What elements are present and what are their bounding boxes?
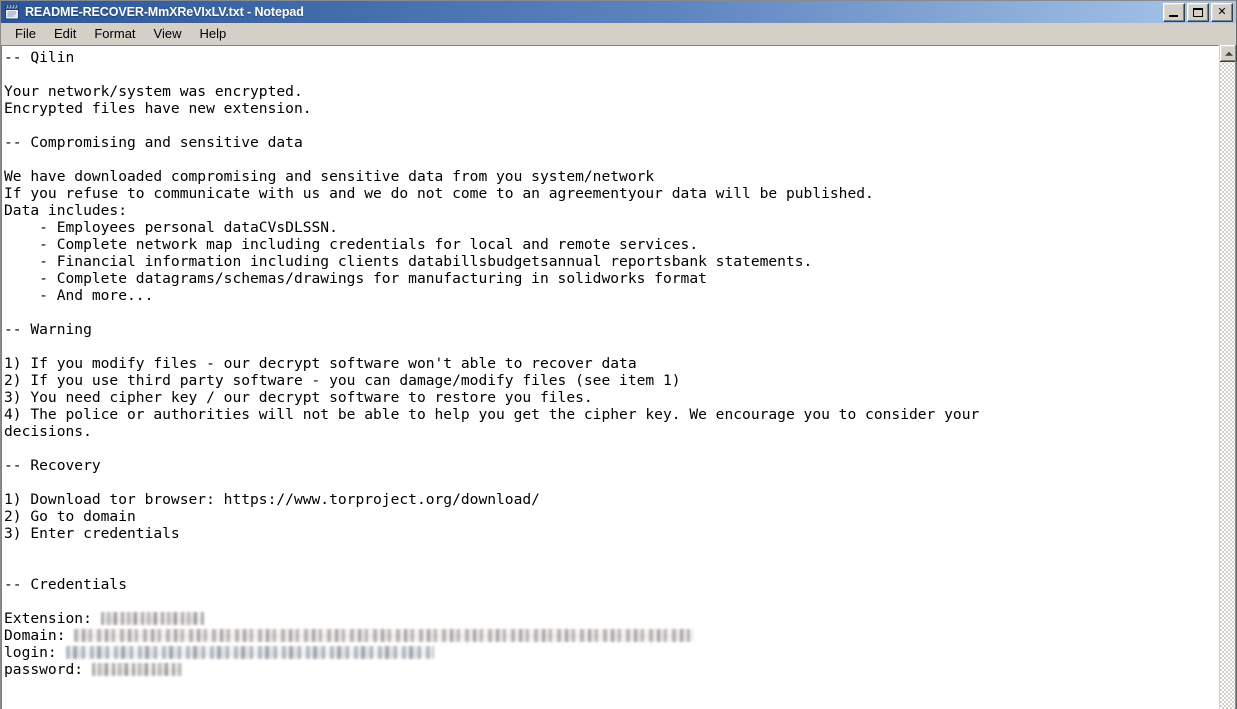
document-line: -- Recovery xyxy=(4,457,101,474)
document-line: - And more... xyxy=(4,287,154,304)
document-line: 3) You need cipher key / our decrypt sof… xyxy=(4,389,593,406)
document-line: 2) Go to domain xyxy=(4,508,136,525)
document-line: 4) The police or authorities will not be… xyxy=(4,406,980,423)
document-line: Data includes: xyxy=(4,202,128,219)
redacted-value xyxy=(65,646,434,659)
vertical-scrollbar[interactable] xyxy=(1219,45,1237,709)
document-line: -- Qilin xyxy=(4,49,75,66)
credential-label: Domain: xyxy=(4,627,75,644)
minimize-button[interactable] xyxy=(1163,2,1185,22)
scrollbar-track[interactable] xyxy=(1220,62,1236,709)
document-line: -- Compromising and sensitive data xyxy=(4,134,303,151)
redacted-value xyxy=(100,612,204,625)
minimize-icon xyxy=(1169,14,1178,17)
window-controls: ✕ xyxy=(1163,2,1234,22)
menu-item-file[interactable]: File xyxy=(6,24,45,44)
redacted-value xyxy=(91,663,182,676)
document-line: 3) Enter credentials xyxy=(4,525,180,542)
notepad-icon xyxy=(4,4,20,20)
document-line: Your network/system was encrypted. xyxy=(4,83,303,100)
document-line: - Complete network map including credent… xyxy=(4,236,699,253)
redacted-value xyxy=(74,629,695,642)
document-line: 2) If you use third party software - you… xyxy=(4,372,681,389)
chevron-up-icon xyxy=(1224,51,1233,56)
document-line: decisions. xyxy=(4,423,92,440)
document-line: 1) Download tor browser: https://www.tor… xyxy=(4,491,540,508)
close-button[interactable]: ✕ xyxy=(1211,2,1233,22)
text-editor[interactable]: -- Qilin Your network/system was encrypt… xyxy=(1,45,1219,709)
document-line: Encrypted files have new extension. xyxy=(4,100,312,117)
menu-bar: File Edit Format View Help xyxy=(1,23,1236,45)
document-line: -- Credentials xyxy=(4,576,128,593)
credential-line: Extension: xyxy=(4,610,1218,627)
document-line: If you refuse to communicate with us and… xyxy=(4,185,874,202)
title-bar[interactable]: README-RECOVER-MmXReVIxLV.txt - Notepad … xyxy=(1,1,1236,23)
window-title: README-RECOVER-MmXReVIxLV.txt - Notepad xyxy=(25,5,304,19)
document-line: We have downloaded compromising and sens… xyxy=(4,168,655,185)
window-right-edge xyxy=(1235,45,1236,709)
menu-item-help[interactable]: Help xyxy=(190,24,235,44)
document-text[interactable]: -- Qilin Your network/system was encrypt… xyxy=(2,46,1218,678)
credential-label: password: xyxy=(4,661,92,678)
maximize-icon xyxy=(1193,7,1203,17)
document-line: - Complete datagrams/schemas/drawings fo… xyxy=(4,270,707,287)
menu-item-format[interactable]: Format xyxy=(85,24,144,44)
credential-line: Domain: xyxy=(4,627,1218,644)
client-area: -- Qilin Your network/system was encrypt… xyxy=(1,45,1237,709)
notepad-window: README-RECOVER-MmXReVIxLV.txt - Notepad … xyxy=(0,0,1237,709)
credential-line: login: xyxy=(4,644,1218,661)
document-line: 1) If you modify files - our decrypt sof… xyxy=(4,355,637,372)
document-line: - Financial information including client… xyxy=(4,253,813,270)
document-line: - Employees personal dataCVsDLSSN. xyxy=(4,219,338,236)
credential-label: Extension: xyxy=(4,610,101,627)
maximize-button[interactable] xyxy=(1187,2,1209,22)
credential-label: login: xyxy=(4,644,66,661)
credential-line: password: xyxy=(4,661,1218,678)
close-icon: ✕ xyxy=(1217,5,1227,18)
menu-item-edit[interactable]: Edit xyxy=(45,24,85,44)
menu-item-view[interactable]: View xyxy=(145,24,191,44)
document-line: -- Warning xyxy=(4,321,92,338)
